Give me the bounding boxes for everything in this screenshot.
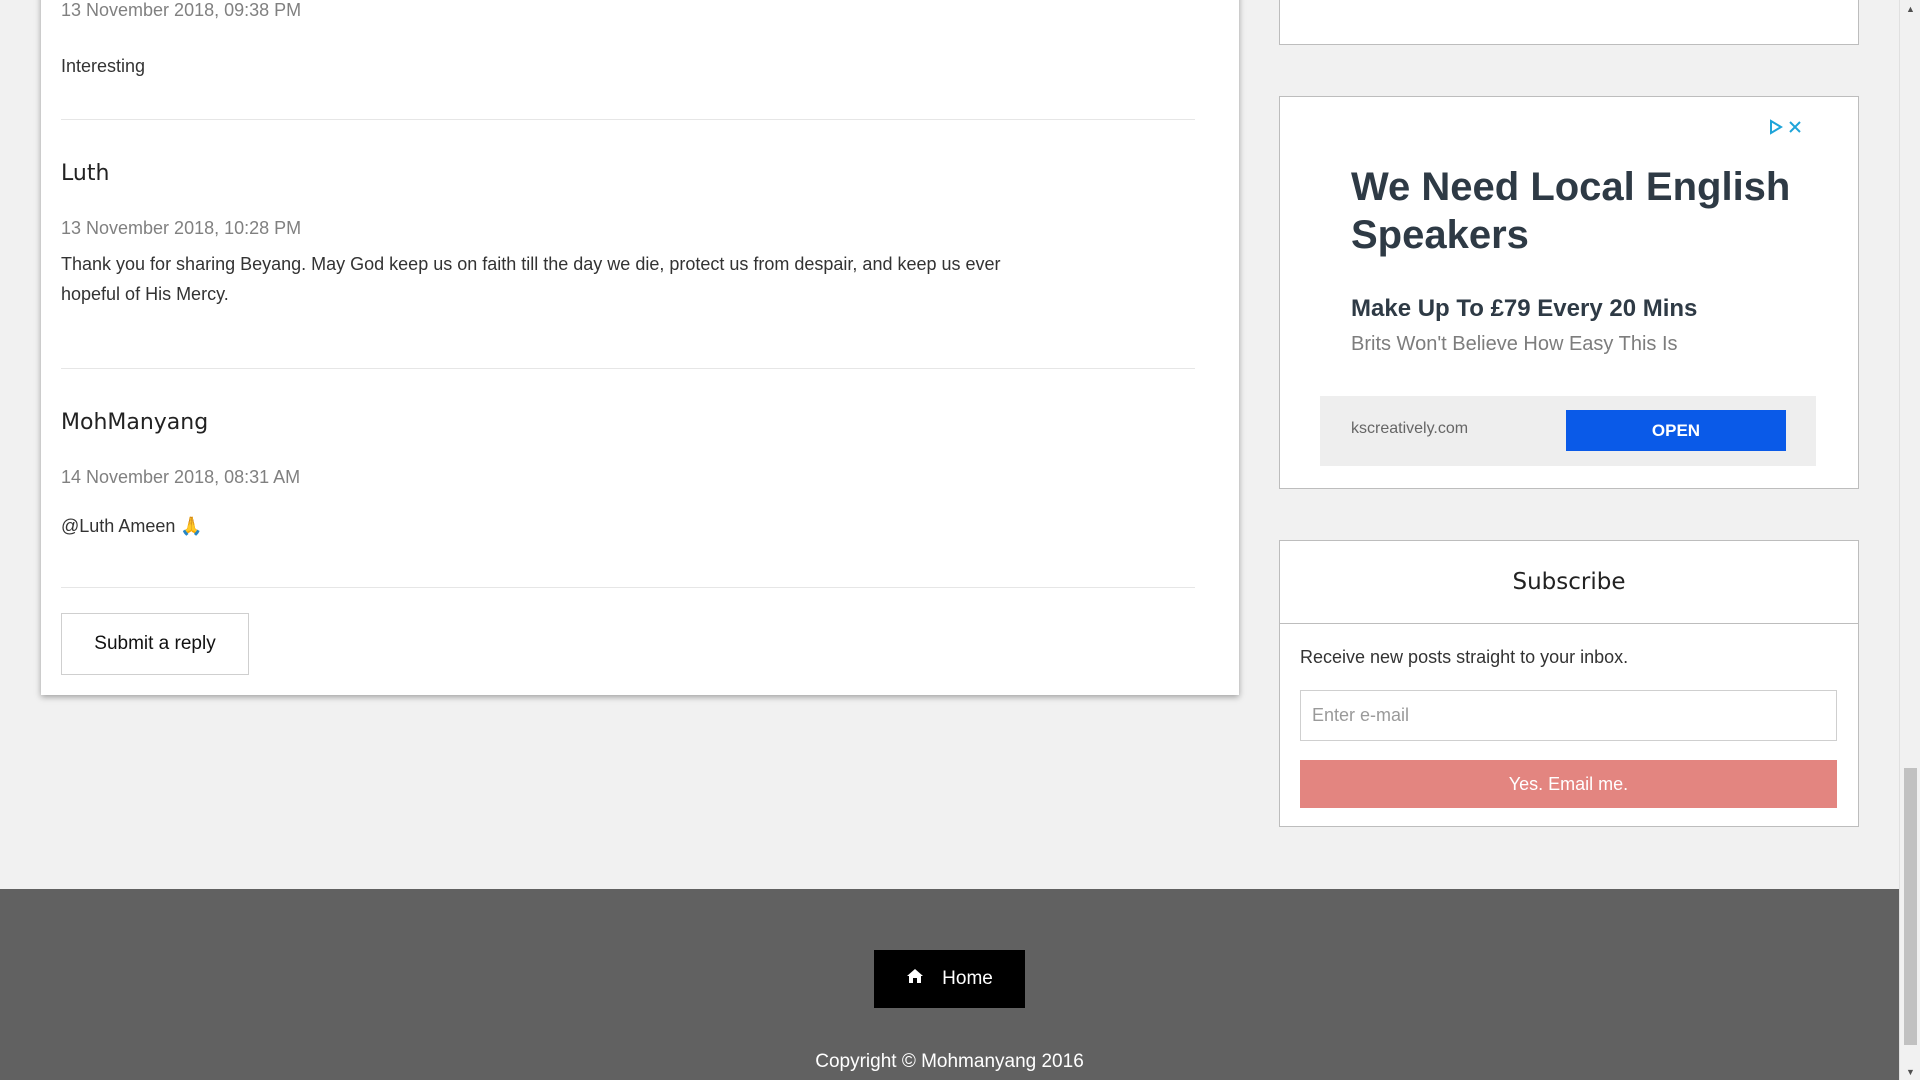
comment-body: Thank you for sharing Beyang. May God ke… [61, 254, 1001, 304]
comment-divider [61, 119, 1195, 120]
site-footer: Home Copyright © Mohmanyang 2016 [0, 889, 1899, 1080]
comment-divider [61, 368, 1195, 369]
comment-date: 14 November 2018, 08:31 AM [61, 467, 301, 487]
scroll-down-arrow-icon[interactable]: ▼ [1900, 1063, 1920, 1080]
ad-choices[interactable] [1768, 119, 1802, 140]
sidebar-widget [1279, 0, 1859, 45]
email-field[interactable] [1300, 690, 1837, 741]
adchoices-play-icon[interactable] [1768, 119, 1784, 140]
subscribe-button[interactable]: Yes. Email me. [1300, 760, 1837, 808]
scrollbar-thumb[interactable] [1904, 768, 1917, 1045]
page-scrollbar[interactable]: ▲ ▼ [1899, 0, 1920, 1080]
comment-author: MohManyang [61, 410, 209, 435]
home-label: Home [942, 968, 993, 989]
ad-banner[interactable]: We Need Local English Speakers Make Up T… [1320, 117, 1816, 466]
ad-domain[interactable]: kscreatively.com [1351, 420, 1468, 438]
comment-body: Interesting [61, 56, 146, 76]
copyright-text: Copyright © Mohmanyang 2016 [815, 1051, 1084, 1072]
ad-description[interactable]: Brits Won't Believe How Easy This Is [1351, 333, 1678, 356]
home-button[interactable]: Home [874, 950, 1025, 1008]
scroll-up-arrow-icon[interactable]: ▲ [1900, 0, 1920, 17]
subscribe-widget: Subscribe Receive new posts straight to … [1279, 540, 1859, 827]
home-icon [906, 968, 924, 990]
comment-date: 13 November 2018, 10:28 PM [61, 218, 302, 238]
ad-widget: We Need Local English Speakers Make Up T… [1279, 96, 1859, 489]
comment-divider [61, 587, 1195, 588]
ad-footer: kscreatively.com OPEN [1320, 396, 1816, 466]
subscribe-text: Receive new posts straight to your inbox… [1300, 647, 1629, 667]
comment-body: @Luth Ameen 🙏 [61, 516, 203, 536]
comments-section: 13 November 2018, 09:38 PM Interesting L… [41, 0, 1239, 695]
comment-author: Luth [61, 161, 110, 186]
close-icon[interactable] [1788, 119, 1802, 140]
subscribe-title: Subscribe [1280, 541, 1858, 624]
ad-open-button[interactable]: OPEN [1566, 410, 1786, 451]
comment-date: 13 November 2018, 09:38 PM [61, 0, 302, 20]
submit-reply-button[interactable]: Submit a reply [61, 613, 249, 675]
ad-headline[interactable]: We Need Local English Speakers [1351, 163, 1791, 259]
ad-subheadline[interactable]: Make Up To £79 Every 20 Mins [1351, 295, 1697, 323]
